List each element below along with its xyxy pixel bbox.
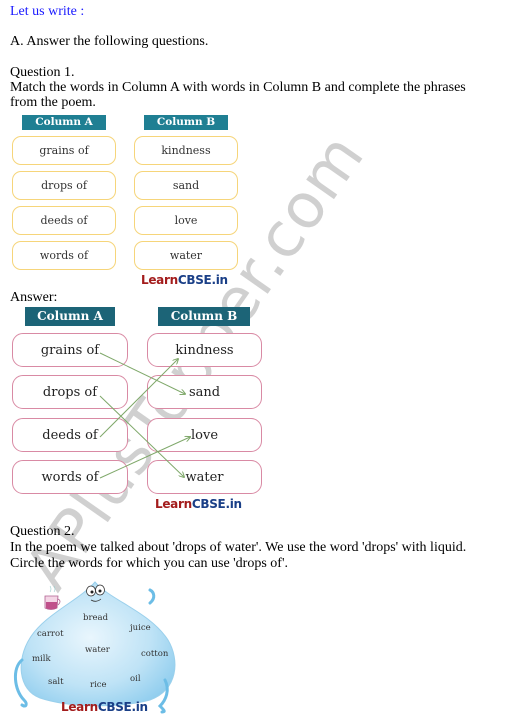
drop-word: water xyxy=(85,645,111,655)
learncbse-logo: LearnCBSE.in xyxy=(61,700,148,714)
drop-word: milk xyxy=(32,654,51,664)
juice-jug-icon xyxy=(44,585,61,610)
drop-word: salt xyxy=(48,677,64,687)
drop-word: carrot xyxy=(37,629,64,639)
brand-learn: Learn xyxy=(61,700,98,714)
drop-word: bread xyxy=(83,613,109,623)
brand-cbse: CBSE.in xyxy=(97,700,148,714)
drop-word: rice xyxy=(90,680,107,690)
drop-arm-right xyxy=(148,588,156,605)
drop-word: oil xyxy=(130,674,141,684)
drop-word: cotton xyxy=(141,649,169,659)
water-drop-illustration: bread juice carrot water cotton milk sal… xyxy=(14,581,176,714)
drop-word: juice xyxy=(129,623,151,633)
